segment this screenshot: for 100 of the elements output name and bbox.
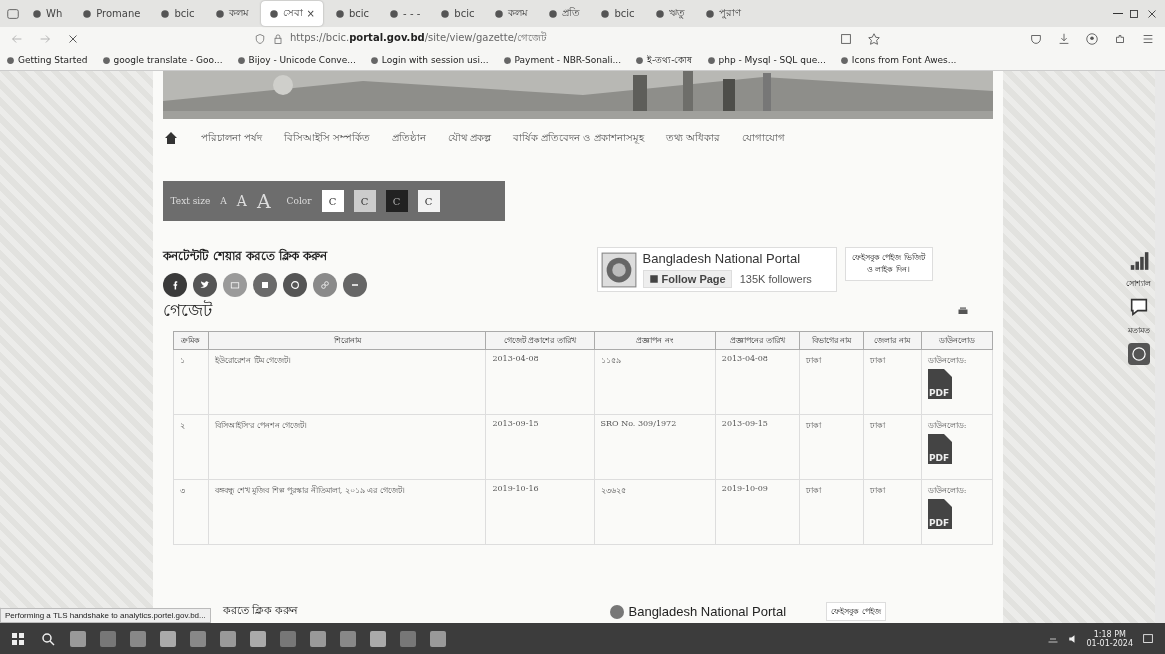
- nav-link[interactable]: বিসিআইসি সম্পর্কিত: [283, 129, 370, 147]
- facebook-note: ফেইসবুক পেইজ: [826, 602, 886, 621]
- bookmark[interactable]: Bijoy - Unicode Conve...: [236, 55, 356, 65]
- table-cell: 2013-09-15: [715, 414, 800, 480]
- table-cell: ঢাকা: [799, 414, 864, 480]
- browser-tab[interactable]: Promane: [74, 4, 149, 23]
- follower-count: 135K followers: [739, 273, 812, 285]
- column-header: প্রজ্ঞাপনের তারিখ: [715, 331, 800, 350]
- bookmark-favicon-icon: [839, 55, 849, 65]
- text-size-button[interactable]: A: [256, 190, 271, 212]
- table-cell: বিসিআইসি'র পেনশন গেজেট।: [208, 414, 486, 480]
- bookmark[interactable]: php - Mysql - SQL que...: [706, 55, 826, 65]
- nav-link[interactable]: প্রতিষ্ঠান: [391, 129, 426, 147]
- browser-tab[interactable]: সেবা ×: [260, 1, 323, 26]
- text-size-label: Text size: [170, 196, 211, 206]
- column-header: ডাউনলোড: [921, 331, 992, 350]
- taskbar-app-icon[interactable]: [280, 631, 296, 647]
- address-field[interactable]: https://bcic.portal.gov.bd/site/view/gazette/গেজেট: [290, 30, 547, 47]
- taskbar-app-icon[interactable]: [160, 631, 176, 647]
- bookmark[interactable]: Getting Started: [6, 55, 88, 65]
- table-cell: ঢাকা: [863, 414, 922, 480]
- nav-link[interactable]: যৌথ প্রকল্প: [447, 129, 492, 147]
- taskbar-app-icon[interactable]: [250, 631, 266, 647]
- table-cell: ঢাকা: [863, 479, 922, 545]
- browser-tab[interactable]: ঋতু: [646, 1, 693, 26]
- share-button[interactable]: [162, 273, 187, 297]
- taskbar-app-icon[interactable]: [370, 631, 386, 647]
- share-button[interactable]: [282, 273, 307, 297]
- table-cell: ৩: [173, 479, 209, 545]
- scrollbar[interactable]: [1155, 71, 1165, 623]
- nav-link[interactable]: পরিচালনা পর্ষদ: [200, 129, 262, 147]
- table-cell: ইউরোরেশন টিম গেজেট।: [208, 349, 486, 415]
- download-link[interactable]: ডাউনলোড:: [927, 354, 986, 367]
- table-cell: ঢাকা: [863, 349, 922, 415]
- bookmark-favicon-icon: [6, 55, 15, 65]
- star-icon: [867, 31, 881, 46]
- column-header: গেজেট প্রকাশের তারিখ: [485, 331, 595, 350]
- pdf-file-icon[interactable]: PDF: [927, 499, 952, 529]
- account-icon: [1085, 31, 1099, 46]
- page-title: Bangladesh National Portal: [628, 604, 787, 619]
- taskbar-app-icon[interactable]: [100, 631, 116, 647]
- print-icon: [956, 305, 969, 317]
- pdf-file-icon[interactable]: PDF: [927, 369, 952, 399]
- browser-tab[interactable]: - - -: [381, 4, 429, 23]
- taskbar-app-icon[interactable]: [130, 631, 146, 647]
- bookmark-favicon-icon: [502, 55, 512, 65]
- minimize-icon: [1113, 13, 1123, 14]
- reader-icon: [839, 31, 853, 46]
- facebook-icon: [648, 274, 659, 284]
- tab-list-icon: [6, 6, 20, 21]
- browser-tab[interactable]: কলম: [486, 1, 537, 26]
- color-swatch[interactable]: C: [353, 190, 376, 212]
- nav-link[interactable]: তথ্য অধিকার: [665, 129, 720, 147]
- browser-tab[interactable]: প্রতি: [540, 1, 589, 26]
- pdf-file-icon[interactable]: PDF: [927, 434, 952, 464]
- browser-tab[interactable]: bcic: [592, 4, 643, 23]
- table-cell: SRO No. 309/1972: [594, 414, 716, 480]
- column-header: জেলার নাম: [863, 331, 922, 350]
- download-link[interactable]: ডাউনলোড:: [927, 419, 986, 432]
- taskbar-app-icon[interactable]: [310, 631, 326, 647]
- column-header: শিরোনাম: [208, 331, 486, 350]
- browser-tab[interactable]: bcic: [152, 4, 203, 23]
- nav-link[interactable]: যোগাযোগ: [741, 129, 785, 147]
- clock-time: 1:18 PM: [1093, 630, 1126, 639]
- bookmark[interactable]: google translate - Goo...: [101, 55, 223, 65]
- side-label[interactable]: সোশ্যাল: [1126, 277, 1151, 290]
- color-swatch[interactable]: C: [321, 190, 344, 212]
- bookmark[interactable]: Icons from Font Awes...: [839, 55, 957, 65]
- at-sign-icon: [288, 279, 301, 291]
- color-swatch[interactable]: C: [385, 190, 408, 212]
- bookmark[interactable]: ই-তথ্য-কোষ: [635, 52, 693, 68]
- share-button[interactable]: [252, 273, 277, 297]
- side-label[interactable]: মতামত: [1127, 324, 1150, 337]
- share-button[interactable]: [342, 273, 367, 297]
- taskbar-app-icon[interactable]: [220, 631, 236, 647]
- bookmark[interactable]: Login with session usi...: [369, 55, 489, 65]
- text-size-button[interactable]: A: [236, 193, 247, 209]
- taskbar-app-icon[interactable]: [340, 631, 356, 647]
- search-icon: [40, 631, 56, 647]
- share-button[interactable]: [192, 273, 217, 297]
- gazette-heading: গেজেট: [162, 299, 212, 322]
- taskbar-app-icon[interactable]: [70, 631, 86, 647]
- column-header: বিভাগের নাম: [799, 331, 864, 350]
- browser-tab[interactable]: পুরাণ: [696, 1, 749, 26]
- download-link[interactable]: ডাউনলোড:: [927, 484, 986, 497]
- browser-tab[interactable]: কলম: [206, 1, 257, 26]
- nav-link[interactable]: বার্ষিক প্রতিবেদন ও প্রকাশনাসমূহ: [513, 129, 644, 147]
- text-size-button[interactable]: A: [220, 196, 227, 206]
- bookmark-favicon-icon: [369, 55, 379, 65]
- taskbar-app-icon[interactable]: [190, 631, 206, 647]
- browser-tab[interactable]: bcic: [327, 4, 378, 23]
- bookmark[interactable]: Payment - NBR-Sonali...: [502, 55, 621, 65]
- color-swatch[interactable]: C: [417, 190, 440, 212]
- taskbar-app-icon[interactable]: [430, 631, 446, 647]
- taskbar-app-icon[interactable]: [400, 631, 416, 647]
- browser-tab[interactable]: Wh: [24, 4, 71, 23]
- table-cell: 2019-10-16: [485, 479, 595, 545]
- link-icon: [318, 279, 331, 291]
- follow-button[interactable]: Follow Page: [642, 270, 732, 288]
- browser-tab[interactable]: bcic: [432, 4, 483, 23]
